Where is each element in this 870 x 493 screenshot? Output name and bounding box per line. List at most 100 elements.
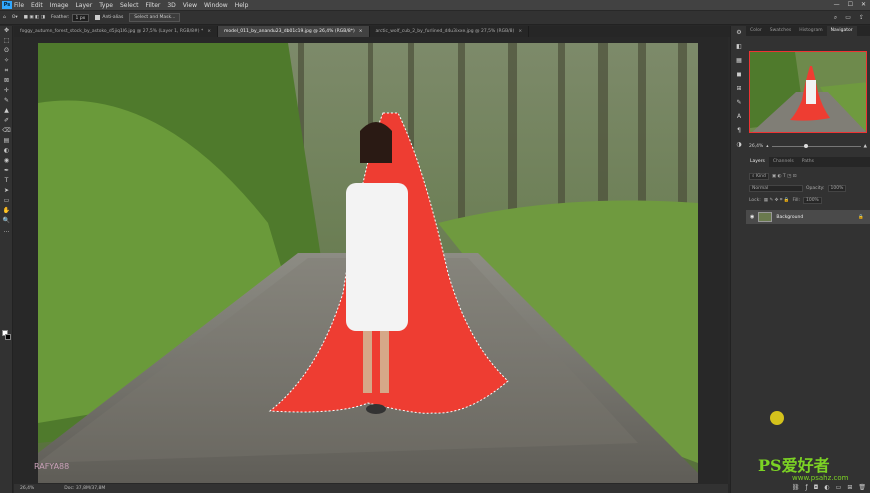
menu-type[interactable]: Type xyxy=(99,2,113,9)
select-and-mask-button[interactable]: Select and Mask... xyxy=(129,13,181,22)
link-icon[interactable]: ⛓ xyxy=(792,482,800,493)
selection-mode-icons[interactable]: ■ ▣ ◧ ◨ xyxy=(24,15,45,20)
close-button[interactable]: ✕ xyxy=(861,1,866,8)
rectangle-tool-icon[interactable]: ▭ xyxy=(0,196,13,206)
mask-icon[interactable]: ◘ xyxy=(814,482,819,493)
blur-tool-icon[interactable]: ◉ xyxy=(0,156,13,166)
paragraph-icon[interactable]: ¶ xyxy=(731,124,747,138)
share-icon[interactable]: ⇪ xyxy=(859,14,864,22)
navigator-thumbnail[interactable] xyxy=(749,51,867,133)
zoom-in-icon[interactable]: ▲ xyxy=(864,144,867,149)
search-icon[interactable]: ⌕ xyxy=(834,14,837,22)
opacity-input[interactable]: 100% xyxy=(827,184,847,192)
tab-model-document[interactable]: model_011_by_anandu23_db01c19.jpg @ 26,4… xyxy=(217,26,370,37)
menu-edit[interactable]: Edit xyxy=(31,2,43,9)
site-watermark-url: www.psahz.com xyxy=(792,474,849,482)
tab-forest-document[interactable]: foggy_autumn_forest_stock_by_astoko_d5ji… xyxy=(14,26,218,37)
brush-tool-icon[interactable]: ▲ xyxy=(0,106,13,116)
gradient-tool-icon[interactable]: ▤ xyxy=(0,136,13,146)
libraries-icon[interactable]: ▦ xyxy=(731,54,747,68)
layer-kind-filter[interactable]: ⌕ Kind xyxy=(749,172,769,180)
menu-view[interactable]: View xyxy=(183,2,197,9)
move-tool-icon[interactable]: ✥ xyxy=(0,26,13,36)
layer-name[interactable]: Background xyxy=(776,215,803,220)
3d-icon[interactable]: ◼ xyxy=(731,68,747,82)
lasso-tool-preset-icon[interactable]: ʘ▾ xyxy=(12,15,18,20)
lock-icons[interactable]: ▦ ✎ ✥ ⌗ 🔒 xyxy=(764,197,790,203)
fill-input[interactable]: 100% xyxy=(802,196,822,204)
background-color-swatch[interactable] xyxy=(5,334,11,340)
navigator-zoom-row: 26,4% ▴ ▲ xyxy=(749,142,867,150)
filter-icons[interactable]: ▣ ◐ T ◳ ⊡ xyxy=(772,174,797,179)
navigator-preview-image xyxy=(750,52,866,132)
window-controls: — ☐ ✕ xyxy=(834,1,866,8)
layer-row-background[interactable]: ◉ Background 🔒 xyxy=(746,210,870,224)
marquee-tool-icon[interactable]: ⬚ xyxy=(0,36,13,46)
trash-icon[interactable]: 🗑 xyxy=(858,482,866,493)
zoom-out-icon[interactable]: ▴ xyxy=(766,144,768,149)
close-tab-icon[interactable]: × xyxy=(359,29,363,34)
menu-help[interactable]: Help xyxy=(235,2,249,9)
frame-tool-icon[interactable]: ⊠ xyxy=(0,76,13,86)
feather-label: Feather: xyxy=(50,15,70,20)
new-layer-icon[interactable]: ⊞ xyxy=(847,482,852,493)
tab-navigator[interactable]: Navigator xyxy=(826,26,857,36)
document-canvas-image[interactable] xyxy=(38,43,698,483)
eyedropper-tool-icon[interactable]: ✛ xyxy=(0,86,13,96)
tab-wolf-document[interactable]: arctic_wolf_cub_2_by_furlined_d4u3ixxe.j… xyxy=(370,26,530,37)
close-tab-icon[interactable]: × xyxy=(207,29,211,34)
blend-mode-select[interactable]: Normal xyxy=(749,184,803,192)
history-icon[interactable]: ◑ xyxy=(731,138,747,152)
crop-tool-icon[interactable]: ⌗ xyxy=(0,66,13,76)
close-tab-icon[interactable]: × xyxy=(518,29,522,34)
menu-file[interactable]: File xyxy=(14,2,24,9)
menu-filter[interactable]: Filter xyxy=(146,2,161,9)
menu-image[interactable]: Image xyxy=(50,2,69,9)
tab-paths[interactable]: Paths xyxy=(798,157,818,167)
lock-label: Lock: xyxy=(749,197,761,203)
canvas-area[interactable] xyxy=(14,37,728,484)
character-icon[interactable]: A xyxy=(731,110,747,124)
path-select-tool-icon[interactable]: ➤ xyxy=(0,186,13,196)
clone-stamp-tool-icon[interactable]: ✐ xyxy=(0,116,13,126)
antialias-checkbox[interactable] xyxy=(95,15,101,20)
tab-swatches[interactable]: Swatches xyxy=(766,26,796,36)
tab-histogram[interactable]: Histogram xyxy=(795,26,826,36)
minimize-button[interactable]: — xyxy=(834,1,840,8)
maximize-button[interactable]: ☐ xyxy=(848,1,853,8)
lasso-tool-icon[interactable]: ʘ xyxy=(0,46,13,56)
dodge-tool-icon[interactable]: ◐ xyxy=(0,146,13,156)
menu-window[interactable]: Window xyxy=(204,2,228,9)
workspace-icon[interactable]: ▭ xyxy=(845,14,851,22)
eye-icon[interactable]: ◉ xyxy=(750,214,754,220)
home-icon[interactable]: ⌂ xyxy=(3,15,6,20)
properties-icon[interactable]: ⚙ xyxy=(731,26,747,40)
more-tools-icon[interactable]: … xyxy=(0,226,13,236)
adjustments-icon[interactable]: ◧ xyxy=(731,40,747,54)
tab-color[interactable]: Color xyxy=(746,26,766,36)
hand-tool-icon[interactable]: ✋ xyxy=(0,206,13,216)
zoom-slider-knob[interactable] xyxy=(803,143,808,148)
eraser-tool-icon[interactable]: ⌫ xyxy=(0,126,13,136)
menu-select[interactable]: Select xyxy=(120,2,139,9)
menu-3d[interactable]: 3D xyxy=(167,2,175,9)
pen-tool-icon[interactable]: ✒ xyxy=(0,166,13,176)
brush-settings-icon[interactable]: ✎ xyxy=(731,96,747,110)
navigator-zoom-slider[interactable] xyxy=(771,143,861,148)
navigator-zoom-value[interactable]: 26,4% xyxy=(749,144,763,149)
adjustment-layer-icon[interactable]: ◐ xyxy=(824,482,829,493)
tab-label: model_011_by_anandu23_db01c19.jpg @ 26,4… xyxy=(223,29,355,34)
tab-channels[interactable]: Channels xyxy=(769,157,798,167)
menu-layer[interactable]: Layer xyxy=(75,2,92,9)
tab-label: foggy_autumn_forest_stock_by_astoko_d5ji… xyxy=(20,29,204,34)
tab-layers[interactable]: Layers xyxy=(746,157,769,167)
healing-brush-tool-icon[interactable]: ✎ xyxy=(0,96,13,106)
zoom-level[interactable]: 26,4% xyxy=(20,484,34,493)
styles-icon[interactable]: ⊞ xyxy=(731,82,747,96)
feather-input[interactable]: 1 px xyxy=(71,13,90,22)
type-tool-icon[interactable]: T xyxy=(0,176,13,186)
zoom-tool-icon[interactable]: 🔍 xyxy=(0,216,13,226)
quick-select-tool-icon[interactable]: ✧ xyxy=(0,56,13,66)
fx-icon[interactable]: ƒ xyxy=(806,482,808,493)
folder-icon[interactable]: ▭ xyxy=(836,482,842,493)
